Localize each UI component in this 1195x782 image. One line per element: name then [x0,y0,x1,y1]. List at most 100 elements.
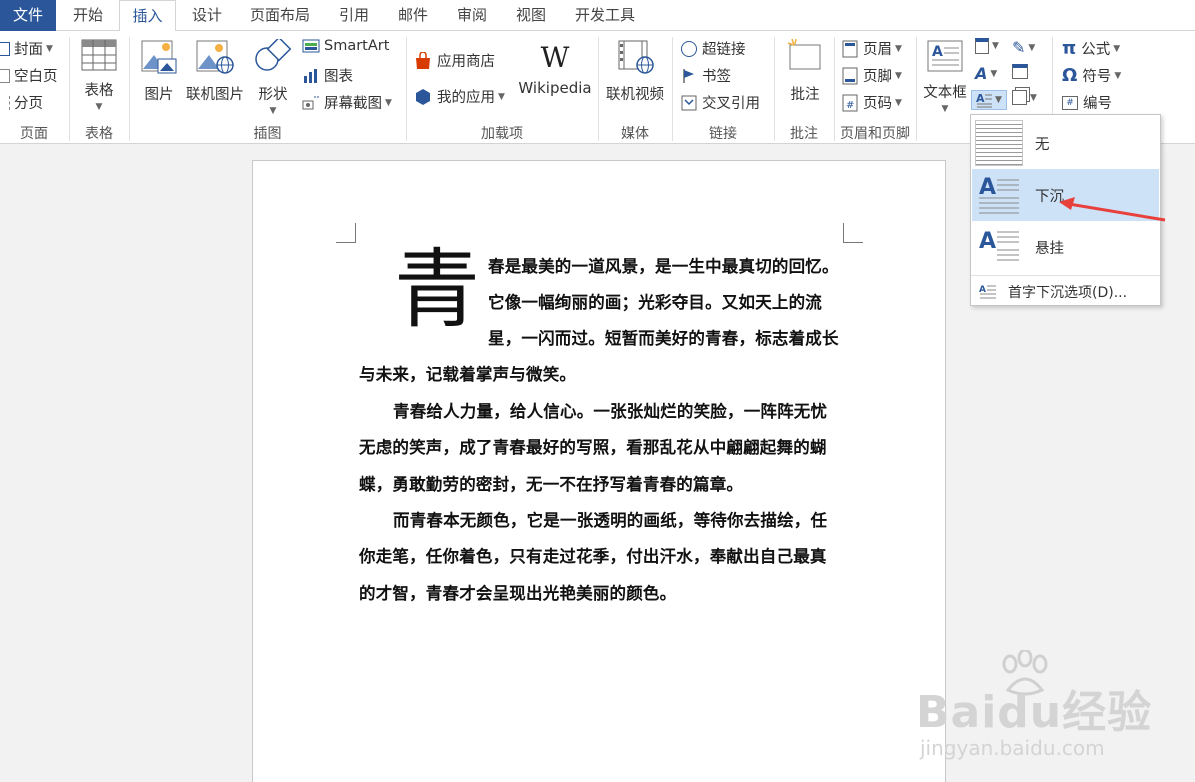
chart-label: 图表 [324,69,353,85]
hyperlink-icon [681,40,697,57]
screenshot-button[interactable]: 屏幕截图 ▼ [302,92,392,113]
text-box-button[interactable]: A 文本框 ▼ [920,39,970,114]
header-label: 页眉 [863,42,892,58]
drop-cap-option-in-margin[interactable]: A 悬挂 [972,221,1159,273]
drop-cap-options-button[interactable]: A 首字下沉选项(D)... [971,275,1160,305]
document-line[interactable]: 你走笔，任你着色，只有走过花季，付出汗水，奉献出自己最真 [359,543,827,567]
drop-cap-character[interactable]: 青 [394,240,480,340]
tab-mailings[interactable]: 邮件 [386,0,440,31]
shapes-button[interactable]: 形状 ▼ [252,36,294,116]
text-box-icon: A [927,40,963,72]
bookmark-button[interactable]: 书签 [681,65,731,86]
tab-design[interactable]: 设计 [180,0,234,31]
watermark-url: jingyan.baidu.com [920,736,1105,760]
tab-view[interactable]: 视图 [504,0,558,31]
blank-page-button[interactable]: 空白页 [0,65,58,86]
cross-reference-icon [681,95,697,110]
online-video-label: 联机视频 [606,87,664,103]
drop-cap-button[interactable]: A ▼ [971,90,1007,110]
margin-corner-marker [336,223,356,243]
drop-cap-option-none[interactable]: 无 [972,117,1159,169]
document-line[interactable]: 它像一幅绚丽的画；光彩夺目。又如天上的流 [488,289,822,313]
smartart-button[interactable]: SmartArt [302,38,389,54]
online-video-button[interactable]: 联机视频 [603,39,667,104]
page-number-button[interactable]: # 页码 ▼ [842,92,902,113]
annotation-arrow-icon [1059,197,1166,222]
document-line[interactable]: 春是最美的一道风景，是一生中最真切的回忆。 [488,253,839,277]
tab-references[interactable]: 引用 [327,0,381,31]
page-break-label: 分页 [14,96,43,112]
cover-page-button[interactable]: 封面 ▼ [0,38,53,59]
header-button[interactable]: 页眉 ▼ [842,38,902,59]
cover-page-icon [0,41,10,56]
drop-cap-none-thumbnail [975,120,1023,166]
signature-line-icon: ✎ [1012,38,1026,57]
wordart-button[interactable]: A ▼ [975,64,997,83]
document-line[interactable]: 的才智，青春才会呈现出光艳美丽的颜色。 [359,580,676,604]
document-line[interactable]: 蝶，勇敢勤劳的密封，无一不在抒写着青春的篇章。 [359,471,743,495]
footer-button[interactable]: 页脚 ▼ [842,65,902,86]
group-label-header-footer: 页眉和页脚 [840,126,910,142]
my-apps-button[interactable]: 我的应用 ▼ [414,86,505,107]
hyperlink-button[interactable]: 超链接 [681,38,746,59]
svg-text:A: A [979,175,996,200]
table-label: 表格 [84,83,114,99]
wikipedia-button[interactable]: W Wikipedia [516,41,594,97]
tab-insert[interactable]: 插入 [119,0,176,32]
drop-cap-option-label: 悬挂 [1035,241,1064,257]
new-comment-label: 批注 [790,87,820,103]
symbol-button[interactable]: Ω 符号 ▼ [1062,65,1121,86]
signature-line-button[interactable]: ✎ ▼ [1012,38,1035,57]
tab-page-layout[interactable]: 页面布局 [240,0,320,31]
page-break-button[interactable]: 分页 [0,92,43,113]
picture-button[interactable]: 图片 [138,39,180,104]
chart-button[interactable]: 图表 [302,65,353,86]
new-comment-button[interactable]: 批注 [783,37,827,104]
tab-review[interactable]: 审阅 [445,0,499,31]
document-line[interactable]: 星，一闪而过。短暂而美好的青春，标志着成长 [488,325,839,349]
object-button[interactable]: ▼ [1012,90,1037,105]
tab-home[interactable]: 开始 [60,0,116,31]
drop-cap-option-label: 无 [1035,137,1050,153]
screenshot-label: 屏幕截图 [324,96,382,112]
tab-developer[interactable]: 开发工具 [566,0,644,31]
document-line[interactable]: 青春给人力量，给人信心。一张张灿烂的笑脸，一阵阵无忧 [393,398,827,422]
my-apps-label: 我的应用 [437,90,495,106]
blank-page-icon [0,68,10,83]
shapes-icon [255,36,292,71]
online-picture-label: 联机图片 [186,87,244,103]
online-picture-icon [196,40,234,74]
equation-button[interactable]: π 公式 ▼ [1062,38,1120,59]
online-video-icon [618,40,654,74]
cover-page-label: 封面 [14,42,43,58]
blank-page-label: 空白页 [14,69,58,85]
store-button[interactable]: 应用商店 [414,50,495,71]
date-time-button[interactable] [1012,64,1028,79]
number-icon: # [1062,95,1078,110]
document-line[interactable]: 而青春本无颜色，它是一张透明的画纸，等待你去描绘，任 [393,507,827,531]
store-label: 应用商店 [437,54,495,70]
smartart-icon [302,39,320,53]
number-label: 编号 [1083,96,1112,112]
tab-file[interactable]: 文件 [0,0,56,31]
table-icon [81,39,117,71]
cross-reference-button[interactable]: 交叉引用 [681,92,760,113]
picture-icon [141,40,177,74]
online-picture-button[interactable]: 联机图片 [184,39,246,104]
equation-label: 公式 [1081,42,1111,58]
chevron-down-icon: ▼ [269,106,277,116]
wikipedia-icon: W [540,41,570,74]
drop-cap-options-label: 首字下沉选项(D)... [1008,285,1128,301]
document-line[interactable]: 无虑的笑声，成了青春最好的写照，看那乱花从中翩翩起舞的蝴 [359,434,827,458]
margin-corner-marker [843,223,863,243]
quick-parts-button[interactable]: ▼ [975,38,999,54]
drop-cap-dropped-thumbnail: A [975,172,1023,218]
table-button[interactable]: 表格 ▼ [78,39,120,112]
svg-text:A: A [976,92,985,105]
text-box-label: 文本框 [923,85,967,101]
document-line[interactable]: 与未来，记载着掌声与微笑。 [359,361,576,385]
drop-cap-options-icon: A [979,285,996,299]
smartart-label: SmartArt [324,38,390,54]
group-label-illustrations: 插图 [253,126,282,142]
number-button[interactable]: # 编号 [1062,92,1112,113]
